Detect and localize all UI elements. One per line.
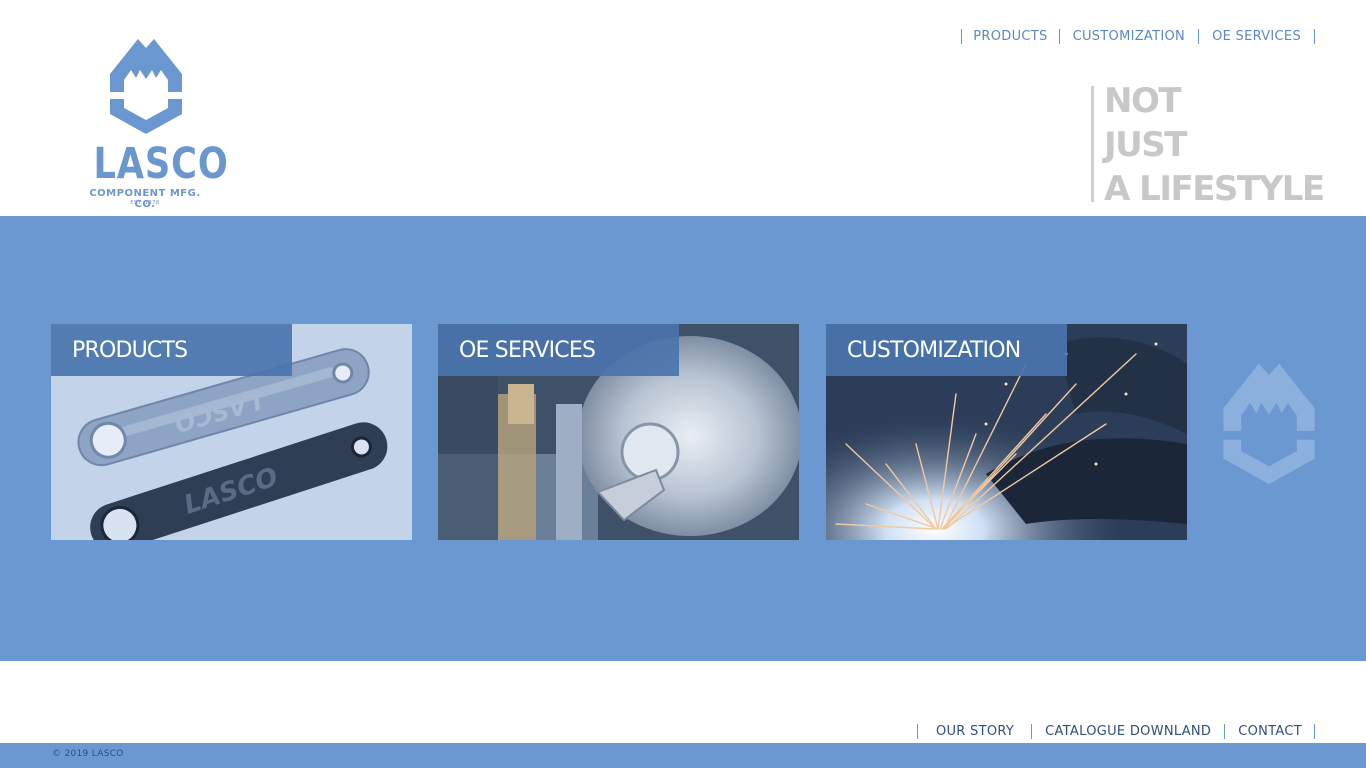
- card-customization[interactable]: CUSTOMIZATION: [826, 324, 1187, 540]
- nav-divider: [1314, 723, 1315, 739]
- card-oe-services-label: OE SERVICES: [438, 324, 679, 376]
- tagline-line: NOT: [1104, 81, 1182, 121]
- tagline-divider: [1091, 86, 1094, 202]
- card-products[interactable]: LASCO LASCO PRODUCTS: [51, 324, 412, 540]
- nav-link-oe-services[interactable]: OE SERVICES: [1199, 29, 1314, 44]
- tagline: NOT JUST A LIFESTYLE: [1104, 79, 1354, 211]
- logo-subtitle: COMPONENT MFG. CO.: [89, 188, 201, 210]
- footer-link-catalogue-download[interactable]: CATALOGUE DOWNLAND: [1032, 724, 1224, 739]
- lasco-crest-watermark-icon: [1223, 363, 1315, 484]
- footer-link-our-story[interactable]: OUR STORY: [918, 724, 1031, 739]
- copyright-text: © 2019 LASCO: [52, 749, 124, 759]
- card-oe-services[interactable]: OE SERVICES: [438, 324, 799, 540]
- nav-link-customization[interactable]: CUSTOMIZATION: [1060, 29, 1199, 44]
- lasco-crest-icon: [110, 39, 182, 134]
- footer-nav: OUR STORY CATALOGUE DOWNLAND CONTACT: [916, 722, 1315, 740]
- nav-divider: [1314, 28, 1315, 44]
- logo-established: EST. 1978: [130, 200, 160, 206]
- logo-wordmark: LASCO: [93, 139, 229, 189]
- footer-link-contact[interactable]: CONTACT: [1225, 724, 1314, 739]
- nav-link-products[interactable]: PRODUCTS: [962, 29, 1058, 44]
- site-logo[interactable]: LASCO COMPONENT MFG. CO. EST. 1978: [80, 36, 229, 211]
- tagline-line: JUST: [1104, 125, 1187, 165]
- tagline-line: A LIFESTYLE: [1104, 169, 1325, 209]
- top-nav: PRODUCTS CUSTOMIZATION OE SERVICES: [961, 27, 1315, 45]
- card-customization-label: CUSTOMIZATION: [826, 324, 1067, 376]
- footer-bar: © 2019 LASCO: [0, 743, 1366, 768]
- hero-band: LASCO LASCO PRODUCTS OE SERVICES CUSTOMI…: [0, 216, 1366, 661]
- card-products-label: PRODUCTS: [51, 324, 292, 376]
